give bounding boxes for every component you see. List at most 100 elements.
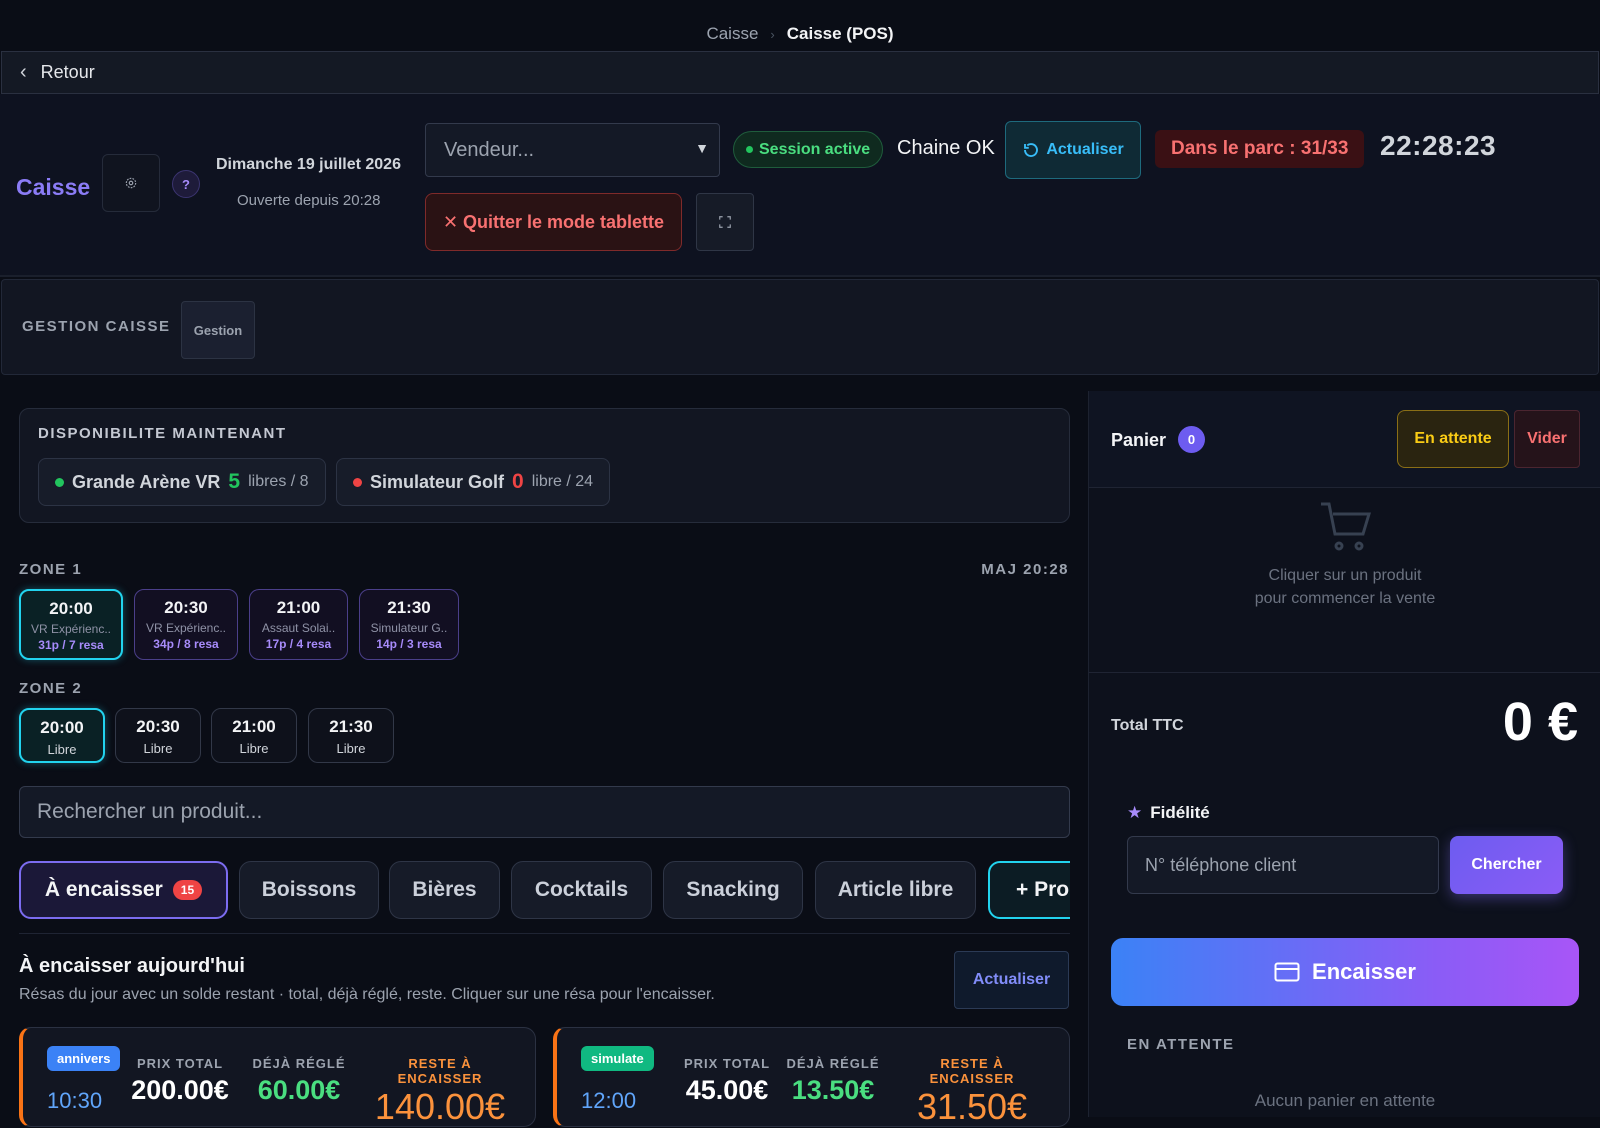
tab-label: À encaisser [44,878,163,901]
zone-2-label: ZONE 2 [19,680,83,697]
settings-button[interactable] [102,154,160,212]
slot-resa: 14p / 3 resa [376,637,442,651]
resa-time: 12:00 [581,1088,637,1113]
breadcrumb-separator-icon: › [770,27,775,42]
clear-cart-button[interactable]: Vider [1514,410,1580,468]
availability-panel: DISPONIBILITE MAINTENANT Grande Arène VR… [19,408,1070,523]
resa-total-label: PRIX TOTAL [683,1056,771,1071]
resa-total-label: PRIX TOTAL [136,1056,224,1071]
availability-item: Grande Arène VR 5 libres / 8 [38,458,326,506]
resa-card[interactable]: simulate 12:00 PRIX TOTAL 45.00€ DÉJÀ RÉ… [553,1027,1070,1127]
resa-card[interactable]: annivers 10:30 PRIX TOTAL 200.00€ DÉJÀ R… [19,1027,536,1127]
to-collect-subtitle: Résas du jour avec un solde restant · to… [19,986,715,1003]
slot-status: Libre [143,741,173,756]
total-value: 0 € [1502,692,1578,752]
credit-card-icon [1274,962,1300,982]
fullscreen-button[interactable] [696,193,754,251]
zone1-slot[interactable]: 21:00 Assaut Solai.. 17p / 4 resa [249,589,348,660]
empty-cart-line-1: Cliquer sur un produit [1268,567,1422,584]
breadcrumb-current: Caisse (POS) [786,24,894,43]
quit-tablet-mode-button[interactable]: ✕ Quitter le mode tablette [425,193,682,251]
clock: 22:28:23 [1380,130,1497,161]
slot-status: Libre [47,742,77,757]
tab-add-product[interactable]: + Prod [988,861,1070,919]
tab-snacking[interactable]: Snacking [663,861,803,919]
slot-resa: 31p / 7 resa [38,638,104,652]
slot-resa: 17p / 4 resa [265,637,332,651]
product-search-input[interactable]: Rechercher un produit... [19,786,1070,838]
last-update: MAJ 20:28 [981,561,1069,578]
gestion-button[interactable]: Gestion [181,301,255,359]
loyalty-label: Fidélité [1150,803,1210,822]
phone-input[interactable]: N° téléphone client [1127,836,1439,894]
total-label: Total TTC [1111,717,1184,734]
to-collect-title: À encaisser aujourd'hui [19,955,245,977]
availability-name: Simulateur Golf [370,471,505,492]
resa-paid-value: 60.00€ [257,1075,341,1105]
chevron-down-icon: ▼ [695,140,709,156]
resa-remaining: RESTE À ENCAISSER 31.50€ [897,1056,1047,1128]
refresh-button[interactable]: Actualiser [1005,121,1141,179]
slot-activity: Assaut Solai.. [261,621,336,635]
divider [19,933,1070,934]
resa-remaining-label: RESTE À ENCAISSER [397,1056,483,1086]
tab-article-libre[interactable]: Article libre [815,861,976,919]
slot-time: 21:00 [232,717,276,736]
status-dot-icon [746,146,753,153]
back-button[interactable]: ‹ Retour [1,51,1599,94]
availability-free-count: 0 [512,470,524,493]
resa-paid: DÉJÀ RÉGLÉ 60.00€ [251,1056,347,1106]
cart-count-badge: 0 [1178,426,1205,453]
zone2-slot[interactable]: 20:30 Libre [115,708,201,763]
refresh-icon [1024,143,1039,157]
vendeur-placeholder: Vendeur... [444,138,535,161]
zone2-slot[interactable]: 21:30 Libre [308,708,394,763]
checkout-button[interactable]: Encaisser [1111,938,1579,1006]
tab-boissons[interactable]: Boissons [239,861,379,919]
empty-cart-line-2: pour commencer la vente [1254,590,1436,607]
cart-title: Panier [1111,430,1167,450]
zone1-slot[interactable]: 21:30 Simulateur G.. 14p / 3 resa [359,589,459,660]
tab-bieres[interactable]: Bières [389,861,500,919]
search-placeholder: Rechercher un produit... [37,800,263,823]
slot-time: 20:30 [164,598,208,617]
slot-resa: 34p / 8 resa [153,637,219,651]
hold-cart-button[interactable]: En attente [1397,410,1509,468]
tab-cocktails[interactable]: Cocktails [511,861,652,919]
zone1-slot[interactable]: 20:00 VR Expérienc.. 31p / 7 resa [19,589,123,660]
search-customer-button[interactable]: Chercher [1450,836,1563,894]
resa-paid: DÉJÀ RÉGLÉ 13.50€ [785,1056,881,1106]
cart-panel: Panier 0 En attente Vider Cliquer sur un… [1088,391,1600,1117]
pending-title: EN ATTENTE [1127,1036,1235,1053]
refresh-label: Actualiser [1046,141,1124,158]
slot-activity: VR Expérienc.. [145,621,227,635]
zone2-slot[interactable]: 20:00 Libre [19,708,105,763]
page-title: Caisse [16,174,91,200]
status-dot-icon [55,477,64,487]
breadcrumb-parent[interactable]: Caisse [706,24,758,43]
pos-header: Caisse ? Dimanche 19 juillet 2026 Ouvert… [0,94,1600,277]
to-collect-refresh-button[interactable]: Actualiser [954,951,1069,1009]
help-button[interactable]: ? [172,170,200,198]
tab-count-badge: 15 [172,880,203,900]
chevron-left-icon: ‹ [20,61,27,83]
back-label: Retour [40,62,95,82]
resa-total-value: 45.00€ [685,1075,769,1105]
resa-remaining-value: 140.00€ [374,1086,506,1127]
resa-time: 10:30 [47,1088,103,1113]
resa-remaining: RESTE À ENCAISSER 140.00€ [365,1056,515,1128]
tab-a-encaisser[interactable]: À encaisser 15 [19,861,228,919]
current-date: Dimanche 19 juillet 2026 [216,156,401,173]
gear-icon [125,177,137,189]
fullscreen-icon [719,216,731,228]
chain-status: Chaine OK [897,137,995,159]
vendeur-select[interactable]: Vendeur... ▼ [425,123,720,177]
zone1-slot[interactable]: 20:30 VR Expérienc.. 34p / 8 resa [134,589,238,660]
session-status-label: Session active [759,140,871,158]
availability-name: Grande Arène VR [72,471,221,492]
cart-header: Panier 0 En attente Vider [1089,391,1600,488]
slot-time: 21:00 [276,598,321,617]
status-dot-icon [353,477,362,487]
zone2-slot[interactable]: 21:00 Libre [211,708,297,763]
slot-time: 21:30 [387,598,431,617]
